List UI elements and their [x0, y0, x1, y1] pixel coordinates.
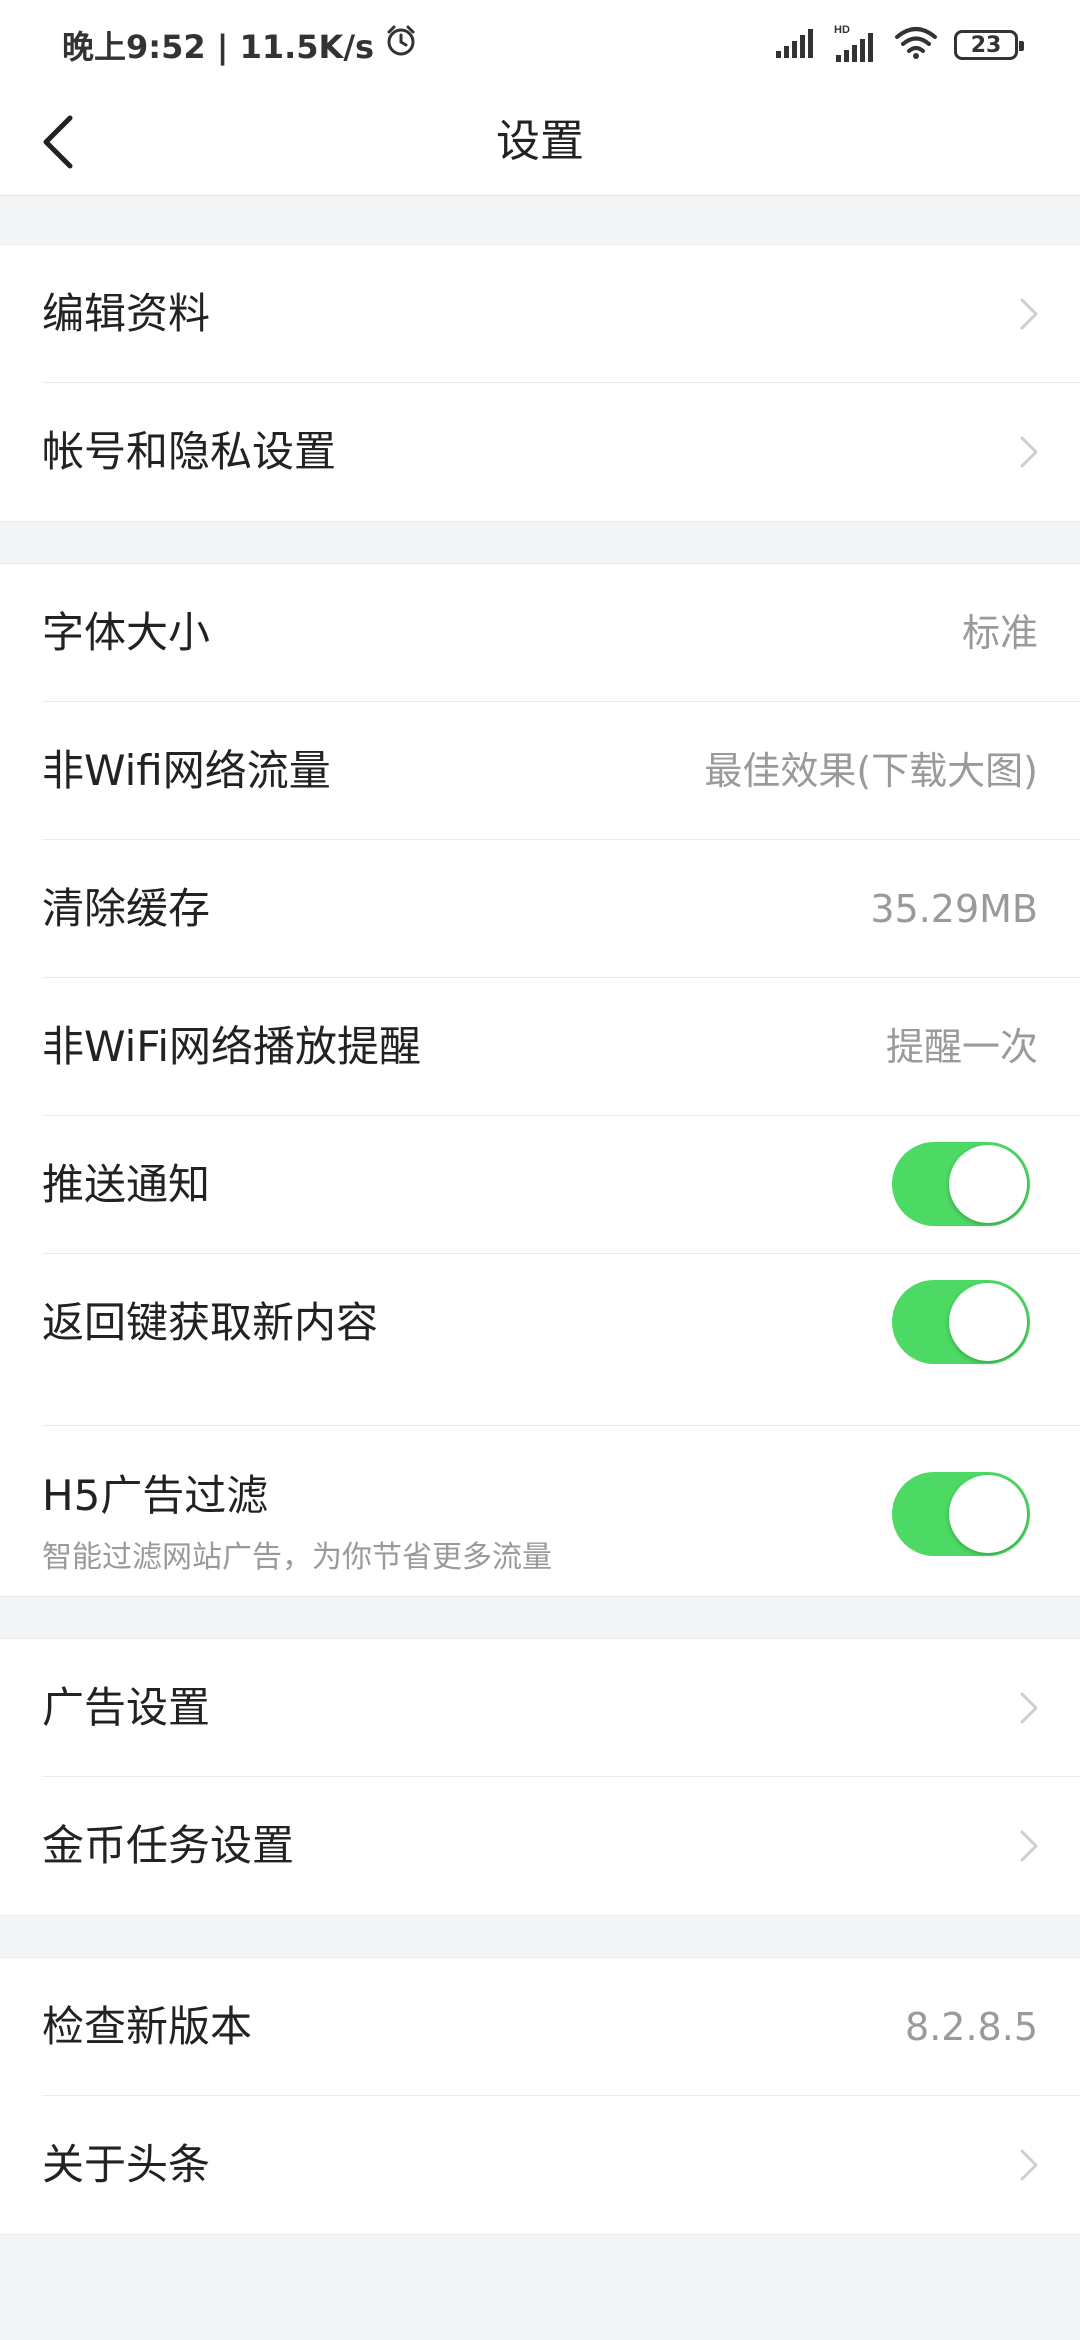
- row-label: 非Wifi网络流量: [42, 746, 331, 795]
- status-bar: 晚上9:52 | 11.5K/s HD 23: [0, 0, 1080, 88]
- row-label: 清除缓存: [42, 884, 211, 933]
- push-notification-toggle[interactable]: [892, 1142, 1030, 1226]
- row-value: 提醒一次: [885, 1025, 1038, 1069]
- row-label: 金币任务设置: [42, 1821, 295, 1870]
- row-non-wifi-play-reminder[interactable]: 非WiFi网络播放提醒 提醒一次: [42, 978, 1080, 1116]
- row-label: 返回键获取新内容: [42, 1298, 379, 1347]
- signal-icon: [774, 27, 818, 63]
- chevron-left-icon: [43, 115, 73, 169]
- chevron-right-icon: [1020, 298, 1038, 330]
- h5-ad-filter-toggle[interactable]: [892, 1472, 1030, 1556]
- row-non-wifi-traffic[interactable]: 非Wifi网络流量 最佳效果(下载大图): [42, 702, 1080, 840]
- toggle-knob: [949, 1475, 1027, 1553]
- group-about: 检查新版本 8.2.8.5 关于头条: [0, 1957, 1080, 2235]
- row-value: 最佳效果(下载大图): [704, 749, 1038, 793]
- row-about[interactable]: 关于头条: [42, 2096, 1080, 2234]
- group-profile: 编辑资料 帐号和隐私设置: [0, 244, 1080, 522]
- alarm-icon: [384, 24, 418, 66]
- back-button[interactable]: [20, 104, 96, 180]
- row-push-notification: 推送通知: [42, 1116, 1080, 1254]
- status-right: HD 23: [774, 22, 1024, 68]
- chevron-right-icon: [1020, 1830, 1038, 1862]
- row-label: 推送通知: [42, 1160, 211, 1209]
- svg-text:HD: HD: [834, 24, 850, 36]
- toggle-knob: [949, 1283, 1027, 1361]
- row-value: 35.29MB: [870, 887, 1038, 931]
- row-account-privacy[interactable]: 帐号和隐私设置: [42, 383, 1080, 521]
- battery-icon: 23: [954, 30, 1024, 60]
- back-key-refresh-toggle[interactable]: [892, 1280, 1030, 1364]
- chevron-right-icon: [1020, 1692, 1038, 1724]
- status-left: 晚上9:52 | 11.5K/s: [62, 22, 418, 68]
- row-ad-settings[interactable]: 广告设置: [42, 1639, 1080, 1777]
- row-label: 帐号和隐私设置: [42, 427, 337, 476]
- row-h5-ad-filter: H5广告过滤 智能过滤网站广告，为你节省更多流量: [42, 1426, 1080, 1596]
- page-title: 设置: [496, 116, 584, 167]
- row-subtitle: 智能过滤网站广告，为你节省更多流量: [42, 1540, 552, 1575]
- toggle-knob: [949, 1145, 1027, 1223]
- chevron-right-icon: [1020, 2149, 1038, 2181]
- group-ads-tasks: 广告设置 金币任务设置: [0, 1638, 1080, 1916]
- row-font-size[interactable]: 字体大小 标准: [42, 564, 1080, 702]
- chevron-right-icon: [1020, 436, 1038, 468]
- row-label: 非WiFi网络播放提醒: [42, 1022, 422, 1071]
- row-back-key-refresh: 返回键获取新内容: [42, 1254, 1080, 1426]
- row-value: 标准: [961, 611, 1038, 655]
- header: 设置: [0, 88, 1080, 196]
- row-coin-task-settings[interactable]: 金币任务设置: [42, 1777, 1080, 1915]
- row-label: 关于头条: [42, 2140, 211, 2189]
- row-label: 编辑资料: [42, 289, 211, 338]
- row-clear-cache[interactable]: 清除缓存 35.29MB: [42, 840, 1080, 978]
- group-general: 字体大小 标准 非Wifi网络流量 最佳效果(下载大图) 清除缓存 35.29M…: [0, 563, 1080, 1597]
- wifi-icon: [894, 26, 938, 64]
- status-time: 晚上9:52 | 11.5K/s: [62, 28, 375, 66]
- row-label: 广告设置: [42, 1683, 211, 1732]
- row-edit-profile[interactable]: 编辑资料: [42, 245, 1080, 383]
- hd-signal-icon: HD: [834, 23, 878, 67]
- row-value: 8.2.8.5: [905, 2005, 1038, 2049]
- row-label: H5广告过滤: [42, 1471, 269, 1520]
- row-label: 字体大小: [42, 608, 211, 657]
- row-label: 检查新版本: [42, 2002, 253, 2051]
- row-check-update[interactable]: 检查新版本 8.2.8.5: [42, 1958, 1080, 2096]
